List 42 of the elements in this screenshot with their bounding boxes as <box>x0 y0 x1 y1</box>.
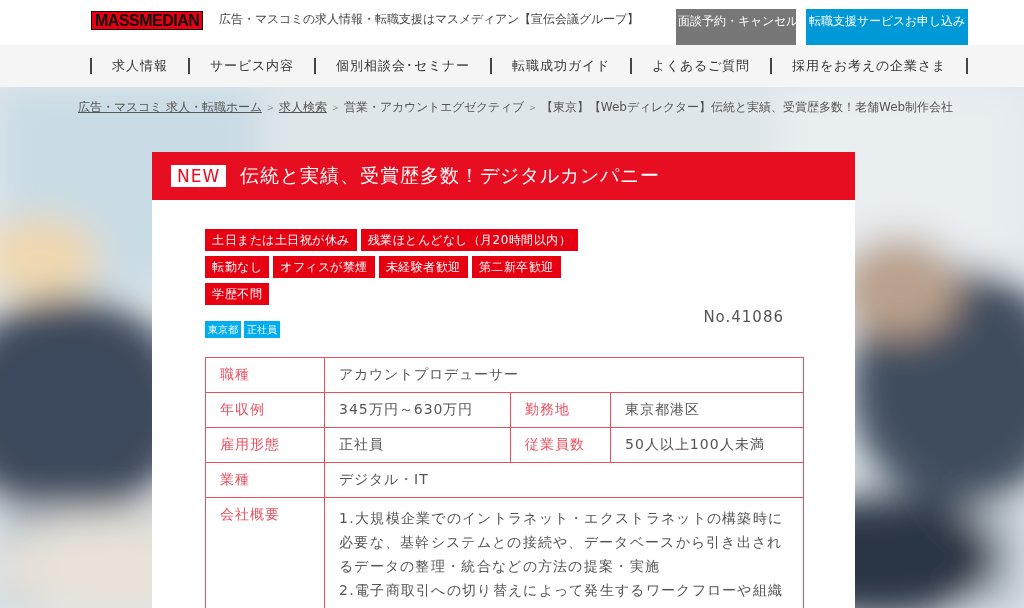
table-cell-text: アカウントプロデューサー <box>338 365 520 384</box>
table-header-cell: 職種 <box>206 358 325 392</box>
table-header-cell: 会社概要 <box>206 498 325 608</box>
breadcrumb-text: 【東京】【Webディレクター】伝統と実績、受賞歴多数！老舗Web制作会社 <box>540 98 954 116</box>
separator-icon: ＞ <box>264 99 276 115</box>
table-cell-text: 正社員 <box>338 435 385 454</box>
table-header-cell: 雇用形態 <box>206 428 325 462</box>
feature-tag: 残業ほとんどなし（月20時間以内） <box>360 229 579 251</box>
feature-tag: 第二新卒歓迎 <box>471 256 561 278</box>
table-cell-text: 345万円～630万円 <box>338 400 475 419</box>
new-badge: NEW <box>171 165 227 187</box>
nav-link[interactable]: サービス内容 <box>188 58 314 74</box>
breadcrumb-link[interactable]: 広告・マスコミ 求人・転職ホーム <box>78 98 262 116</box>
category-tag: 東京都 <box>205 321 241 338</box>
nav-link[interactable]: よくあるご質問 <box>630 58 770 74</box>
description-text: 1.大規模企業でのイントラネット・エクストラネットの構築時に必要な、基幹システムとの接続や、データベースから引き出されるデータの整理・統合などの方法の提案・実施 <box>339 509 785 576</box>
breadcrumb-link[interactable]: 求人検索 <box>278 98 327 116</box>
feature-tag: 学歴不問 <box>205 283 269 305</box>
separator-icon: ＞ <box>526 99 538 115</box>
logo[interactable]: MASSMEDIAN <box>91 11 204 30</box>
feature-tag: オフィスが禁煙 <box>273 256 375 278</box>
table-header-cell: 勤務地 <box>510 393 611 427</box>
job-number: No.41086 <box>703 308 784 326</box>
feature-tag: 未経験者歓迎 <box>378 256 468 278</box>
breadcrumb-text: 営業・アカウントエグゼクティブ <box>343 98 524 116</box>
table-header-cell: 年収例 <box>206 393 325 427</box>
description-text: 2.電子商取引への切り替えによって発生するワークフローや組織 <box>339 581 785 600</box>
separator-icon: ＞ <box>329 99 341 115</box>
table-header-cell: 業種 <box>206 463 325 497</box>
feature-tag: 土日または土日祝が休み <box>205 229 357 251</box>
table-cell-text: 50人以上100人未満 <box>624 435 766 454</box>
job-title: 伝統と実績、受賞歴多数！デジタルカンパニー <box>240 163 661 188</box>
nav-link[interactable]: 採用をお考えの企業さま <box>770 58 968 74</box>
nav-link[interactable]: 転職成功ガイド <box>490 58 630 74</box>
feature-tag: 転勤なし <box>205 256 269 278</box>
tagline: 広告・マスコミの求人情報・転職支援はマスメディアン【宣伝会議グループ】 <box>219 12 640 27</box>
table-cell-text: デジタル・IT <box>338 470 430 489</box>
table-header-cell: 従業員数 <box>510 428 611 462</box>
table-cell-text: 東京都港区 <box>624 400 701 419</box>
category-tag: 正社員 <box>244 321 280 338</box>
nav-link[interactable]: 個別相談会･セミナー <box>314 58 490 74</box>
nav-link[interactable]: 求人情報 <box>90 58 188 74</box>
